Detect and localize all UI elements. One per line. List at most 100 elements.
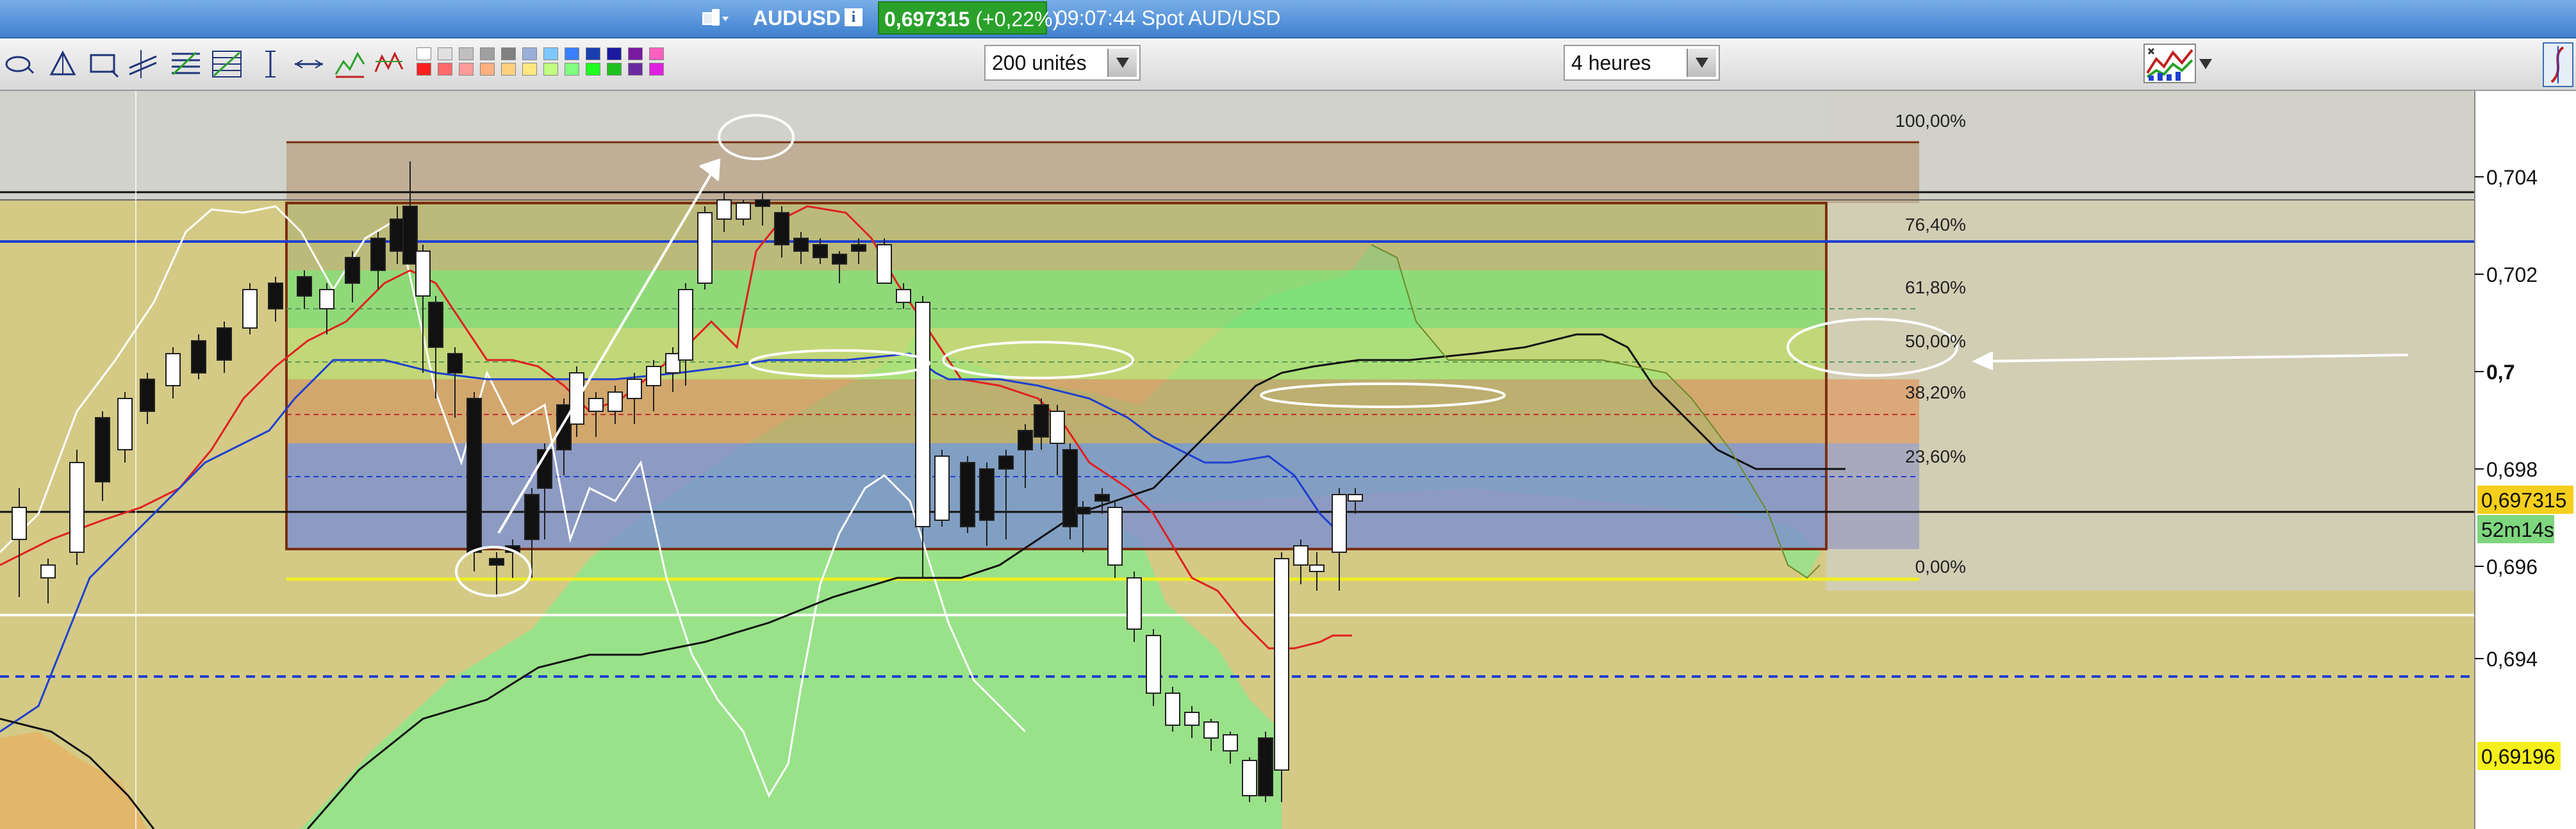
candle-body xyxy=(1348,494,1363,502)
candle-body xyxy=(345,257,360,284)
color-swatch[interactable] xyxy=(459,47,474,60)
color-swatch[interactable] xyxy=(565,63,579,76)
fib-level-label: 38,20% xyxy=(1905,382,1966,402)
units-select[interactable]: 200 unités xyxy=(984,45,1141,81)
candle-body xyxy=(242,289,258,329)
rectangle-tool-icon[interactable] xyxy=(88,49,119,79)
channel-tool-icon[interactable] xyxy=(128,49,159,79)
color-swatch[interactable] xyxy=(501,47,516,60)
chevron-down-icon xyxy=(1696,58,1708,68)
candle-body xyxy=(832,254,847,265)
color-swatch[interactable] xyxy=(628,47,643,60)
candle-body xyxy=(851,244,866,252)
candle-body xyxy=(1075,507,1091,514)
candle-body xyxy=(268,283,283,309)
current-price-tag-text: 0,697315 xyxy=(2481,489,2566,512)
candle-body xyxy=(117,398,133,450)
candle-body xyxy=(1050,411,1065,444)
candle-body xyxy=(95,417,110,482)
pattern-icon[interactable] xyxy=(374,49,405,79)
candle-body xyxy=(370,238,386,271)
candle-body xyxy=(1223,734,1238,751)
candle-body xyxy=(627,379,642,399)
units-select-arrow[interactable] xyxy=(1107,49,1137,77)
scroll-right-button[interactable] xyxy=(2543,42,2573,87)
title-bar: AUDUSD i 0,697315 (+0,22%) 09:07:44 Spot… xyxy=(0,0,2576,38)
fib-fan-icon[interactable] xyxy=(211,49,242,79)
candle-body xyxy=(556,404,572,450)
info-icon[interactable]: i xyxy=(845,8,863,26)
candle-body xyxy=(140,379,155,412)
zigzag-icon[interactable] xyxy=(334,49,365,79)
indicators-dropdown-icon[interactable] xyxy=(2198,58,2213,70)
candle-body xyxy=(697,212,713,284)
candle-body xyxy=(960,462,975,527)
candle-body xyxy=(979,468,995,521)
instrument-name[interactable]: AUDUSD xyxy=(753,4,841,32)
color-swatch[interactable] xyxy=(607,47,622,60)
candle-body xyxy=(1034,404,1049,438)
fib-level-label: 61,80% xyxy=(1905,277,1966,297)
ellipse-tool-icon[interactable] xyxy=(4,49,35,79)
curve-icon xyxy=(2550,46,2564,83)
color-swatch[interactable] xyxy=(628,63,643,76)
indicator-icon xyxy=(2146,47,2193,81)
candle-body xyxy=(1242,760,1257,796)
color-swatch[interactable] xyxy=(417,47,431,60)
horizontal-line-icon[interactable] xyxy=(293,49,324,79)
candle-body xyxy=(915,302,930,527)
color-swatch[interactable] xyxy=(417,63,431,76)
candle-body xyxy=(665,353,681,373)
interval-select[interactable]: 4 heures xyxy=(1564,45,1720,81)
candle-body xyxy=(466,398,482,553)
color-swatch[interactable] xyxy=(459,63,474,76)
last-price: 0,697315 xyxy=(884,8,970,31)
interval-select-value: 4 heures xyxy=(1571,51,1651,74)
candle-body xyxy=(1293,545,1309,566)
fib-level-label: 0,00% xyxy=(1915,557,1966,577)
candle-body xyxy=(813,244,828,258)
device-icon[interactable] xyxy=(702,8,730,28)
price-chart[interactable]: 100,00% 76,40% 61,80% 50,00% 38,20% 23,60% 0,0… xyxy=(0,91,2576,829)
drawing-toolbar: 200 unités 4 heures xyxy=(0,38,2576,91)
axis-tick-label: 0,7 xyxy=(2486,361,2514,384)
color-swatch[interactable] xyxy=(501,63,516,76)
candle-body xyxy=(1062,449,1078,527)
color-swatch[interactable] xyxy=(586,47,600,60)
color-swatch[interactable] xyxy=(649,63,664,76)
color-palette[interactable] xyxy=(417,47,666,79)
candle-body xyxy=(1146,635,1161,694)
candle-body xyxy=(998,456,1014,470)
fib-retracement-icon[interactable] xyxy=(170,49,201,79)
candle-body xyxy=(877,244,892,284)
candle-body xyxy=(402,206,418,265)
color-swatch[interactable] xyxy=(522,63,537,76)
candle-body xyxy=(217,327,232,361)
color-swatch[interactable] xyxy=(522,47,537,60)
color-swatch[interactable] xyxy=(438,47,452,60)
indicators-button[interactable] xyxy=(2143,44,2196,83)
candle-body xyxy=(1094,494,1110,502)
color-swatch[interactable] xyxy=(438,63,452,76)
color-swatch[interactable] xyxy=(543,47,558,60)
color-swatch[interactable] xyxy=(649,47,664,60)
candle-body xyxy=(607,391,623,412)
candle-body xyxy=(1107,507,1123,566)
marker-price-text: 0,69196 xyxy=(2481,745,2555,768)
countdown-text: 52m14s xyxy=(2481,518,2554,541)
price-change: +0,22% xyxy=(982,8,1053,31)
candle-body xyxy=(415,250,431,297)
color-swatch[interactable] xyxy=(543,63,558,76)
interval-select-arrow[interactable] xyxy=(1687,49,1716,77)
color-swatch[interactable] xyxy=(480,63,495,76)
axis-tick-label: 0,696 xyxy=(2486,555,2538,579)
color-swatch[interactable] xyxy=(480,47,495,60)
color-swatch[interactable] xyxy=(586,63,600,76)
triangle-tool-icon[interactable] xyxy=(47,49,78,79)
candle-body xyxy=(934,456,950,521)
color-swatch[interactable] xyxy=(565,47,579,60)
annotation-ellipse-low[interactable] xyxy=(455,546,532,597)
countdown-tag: 52m14s xyxy=(2477,515,2554,543)
color-swatch[interactable] xyxy=(607,63,622,76)
vertical-line-icon[interactable] xyxy=(255,49,286,79)
